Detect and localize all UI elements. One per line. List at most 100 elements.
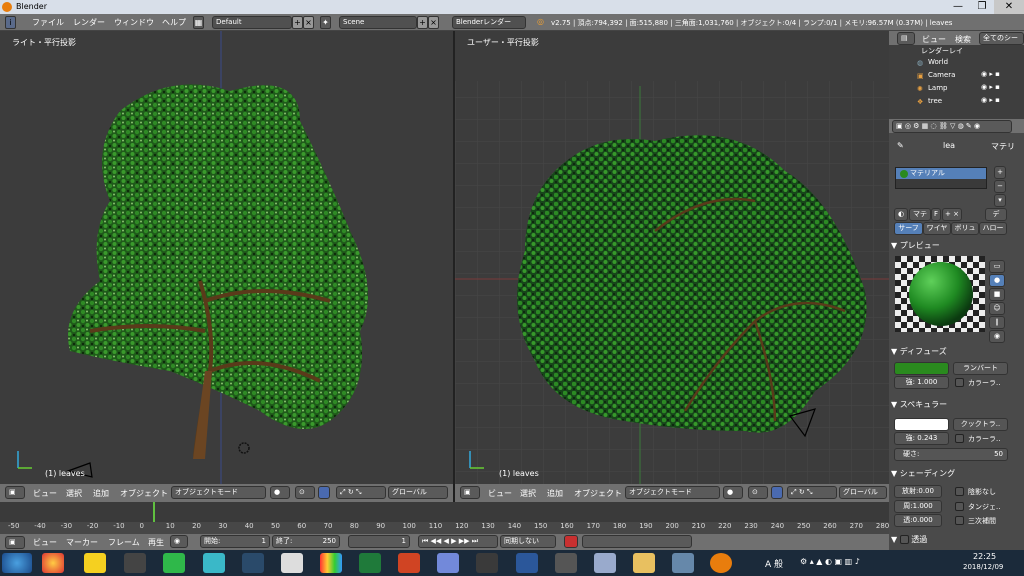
timeline[interactable]: -50 -40 -30 -20 -10 0 10 20 30 40 50 60 70 80 90 100 110… — [0, 502, 889, 534]
specular-color-swatch[interactable] — [894, 418, 949, 431]
editor-type-icon[interactable]: i — [5, 16, 16, 29]
layout-remove-button[interactable]: × — [303, 16, 314, 29]
scene-icon[interactable]: ✦ — [320, 16, 331, 29]
outliner-row[interactable]: ✺ Lamp ◉ ▸ ▪ — [889, 83, 1024, 96]
menu-object-right[interactable]: オブジェクト — [574, 488, 622, 499]
keying-set-field[interactable] — [582, 535, 692, 548]
app-icon[interactable] — [124, 553, 146, 573]
subtab-volume[interactable]: ボリュ — [951, 222, 979, 235]
pin-icon[interactable]: ✎ — [897, 141, 904, 150]
editor-type-button-timeline[interactable]: ▣ — [5, 536, 25, 549]
diffuse-ramp-checkbox[interactable] — [955, 378, 964, 387]
blender-taskbar-icon[interactable] — [710, 553, 732, 573]
preview-sky-icon[interactable]: ◉ — [989, 330, 1005, 343]
menu-view-left[interactable]: ビュー — [33, 488, 57, 499]
outliner[interactable]: レンダーレイ ◍ World ▣ Camera ◉ ▸ ▪ ✺ Lamp ◉ ▸ ▪ ❖ t… — [889, 45, 1024, 119]
specular-intensity-field[interactable]: 強: 0.243 — [894, 432, 949, 445]
properties-context-tabs[interactable]: ▣ ◎ ⚙ ▦ ◌ ⛓ ▽ ◍ ✎ ◉ — [892, 120, 1012, 133]
subtab-wire[interactable]: ワイヤ — [923, 222, 951, 235]
scene-select[interactable]: Scene — [339, 16, 417, 29]
outliner-menu-search[interactable]: 検索 — [955, 34, 971, 45]
explorer-icon[interactable] — [633, 553, 655, 573]
properties-editor[interactable]: ▣ ◎ ⚙ ▦ ◌ ⛓ ▽ ◍ ✎ ◉ ✎ lea マテリ マテリアル + − … — [889, 119, 1024, 550]
material-name-field[interactable]: マテ — [909, 208, 931, 221]
preview-flat-icon[interactable]: ▭ — [989, 260, 1005, 273]
viewport-left[interactable]: ライト・平行投影 (1) leaves — [0, 31, 453, 484]
data-link-select[interactable]: デ — [985, 208, 1007, 221]
menu-marker[interactable]: マーカー — [66, 537, 98, 548]
word-icon[interactable] — [516, 553, 538, 573]
visibility-eye-icon[interactable]: ◉ ▸ ▪ — [981, 96, 1000, 104]
mode-select-left[interactable]: オブジェクトモード — [171, 486, 266, 499]
slot-add-button[interactable]: + — [994, 166, 1006, 179]
manipulator-buttons-left[interactable]: ⤢ ↻ ⤡ — [336, 486, 386, 499]
subtab-halo[interactable]: ハロー — [979, 222, 1007, 235]
menu-view-timeline[interactable]: ビュー — [33, 537, 57, 548]
editor-type-button-left[interactable]: ▣ — [5, 486, 25, 499]
pivot-select-right[interactable]: ⊙ — [748, 486, 768, 499]
menu-render[interactable]: レンダー — [73, 17, 105, 28]
diffuse-color-swatch[interactable] — [894, 362, 949, 375]
menu-add-left[interactable]: 追加 — [93, 488, 109, 499]
menu-playback[interactable]: 再生 — [148, 537, 164, 548]
transparency-checkbox[interactable] — [899, 535, 909, 544]
shading-select-right[interactable]: ● — [723, 486, 743, 499]
maximize-button[interactable]: ❐ — [968, 0, 996, 14]
editor-type-button-right[interactable]: ▣ — [460, 486, 480, 499]
outliner-row[interactable]: ❖ tree ◉ ▸ ▪ — [889, 96, 1024, 109]
line-icon[interactable] — [163, 553, 185, 573]
pivot-select-left[interactable]: ⊙ — [295, 486, 315, 499]
emit-field[interactable]: 放射:0.00 — [894, 485, 942, 498]
menu-object-left[interactable]: オブジェクト — [120, 488, 168, 499]
layout-add-button[interactable]: + — [292, 16, 303, 29]
powerpoint-icon[interactable] — [398, 553, 420, 573]
current-frame-indicator[interactable] — [153, 502, 155, 522]
translucency-field[interactable]: 透:0.000 — [894, 514, 942, 527]
preview-panel-header[interactable]: ▼ プレビュー — [891, 240, 1022, 253]
material-browse-button[interactable]: ◐ — [894, 208, 908, 221]
viewport-left-canvas[interactable] — [0, 31, 453, 484]
cubic-checkbox[interactable] — [955, 516, 964, 525]
nox-icon[interactable] — [476, 553, 498, 573]
editor-type-button-outliner[interactable]: ▤ — [897, 32, 915, 45]
hardness-field[interactable]: 硬さ: 50 — [894, 448, 1008, 461]
menu-select-right[interactable]: 選択 — [520, 488, 536, 499]
menu-window[interactable]: ウィンドウ — [114, 17, 154, 28]
app5-icon[interactable] — [672, 553, 694, 573]
material-new-buttons[interactable]: + × — [942, 208, 962, 221]
fake-user-button[interactable]: F — [931, 208, 941, 221]
ime-indicator[interactable]: A 般 — [765, 557, 783, 570]
scene-add-button[interactable]: + — [417, 16, 428, 29]
specular-panel-header[interactable]: ▼ スペキュラー — [891, 399, 1022, 412]
scene-remove-button[interactable]: × — [428, 16, 439, 29]
menu-frame[interactable]: フレーム — [108, 537, 140, 548]
menu-file[interactable]: ファイル — [32, 17, 64, 28]
outliner-display-select[interactable]: 全てのシーン — [979, 32, 1024, 53]
visibility-eye-icon[interactable]: ◉ ▸ ▪ — [981, 70, 1000, 78]
current-frame-field[interactable]: 1 — [348, 535, 410, 548]
outliner-row[interactable]: ▣ Camera ◉ ▸ ▪ — [889, 70, 1024, 83]
preview-hair-icon[interactable]: ∥ — [989, 316, 1005, 329]
chrome-icon[interactable] — [42, 553, 64, 573]
sync-mode-select[interactable]: 同期しない — [500, 535, 556, 548]
preview-monkey-icon[interactable]: ☺ — [989, 302, 1005, 315]
layout-icon[interactable]: ▦ — [193, 16, 204, 29]
render-engine-select[interactable]: Blenderレンダー — [452, 16, 526, 29]
diffuse-intensity-field[interactable]: 強: 1.000 — [894, 376, 949, 389]
end-frame-field[interactable]: 終了: 250 — [272, 535, 340, 548]
preview-cube-icon[interactable]: ■ — [989, 288, 1005, 301]
diffuse-panel-header[interactable]: ▼ ディフューズ — [891, 346, 1022, 359]
material-slot-item[interactable]: マテリアル — [896, 168, 986, 179]
orientation-select-left[interactable]: グローバル — [388, 486, 448, 499]
app4-icon[interactable] — [594, 553, 616, 573]
preview-sphere-icon[interactable]: ● — [989, 274, 1005, 287]
ambient-field[interactable]: 周:1.000 — [894, 500, 942, 513]
widget-toggle-left[interactable] — [318, 486, 330, 499]
range-toggle[interactable]: ◉ — [170, 535, 188, 548]
widget-toggle-right[interactable] — [771, 486, 783, 499]
outliner-row[interactable]: ◍ World — [889, 57, 1024, 70]
orientation-select-right[interactable]: グローバル — [839, 486, 887, 499]
shading-panel-header[interactable]: ▼ シェーディング — [891, 468, 1022, 481]
visibility-eye-icon[interactable]: ◉ ▸ ▪ — [981, 83, 1000, 91]
menu-select-left[interactable]: 選択 — [66, 488, 82, 499]
